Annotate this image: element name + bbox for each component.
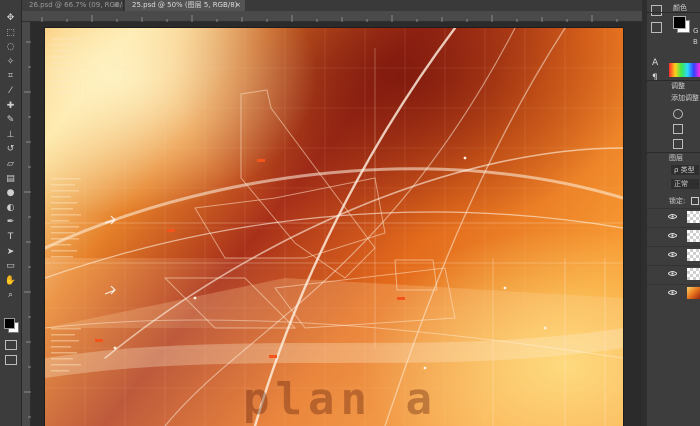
brush-tool-icon[interactable]: ✎ <box>3 114 18 127</box>
screen-mode-icon[interactable] <box>5 355 17 365</box>
channel-label-g: G <box>693 27 699 35</box>
document-canvas[interactable]: plan a <box>45 28 623 426</box>
visibility-eye-icon[interactable] <box>668 251 677 258</box>
horizontal-ruler[interactable] <box>22 11 642 22</box>
lock-label: 锁定: <box>669 197 686 205</box>
add-adjustment-label: 添加调整 <box>671 94 699 102</box>
layer-row[interactable] <box>647 265 700 282</box>
layer-filter-kind[interactable]: ρ 类型 <box>671 165 699 175</box>
layer-thumbnail <box>687 287 700 299</box>
eraser-tool-icon[interactable]: ▱ <box>3 158 18 171</box>
layer-thumbnail <box>687 230 700 242</box>
layer-row[interactable] <box>647 227 700 244</box>
move-tool-icon[interactable]: ✥ <box>3 12 18 25</box>
curves-adjust-icon[interactable] <box>673 139 683 149</box>
close-icon[interactable]: × <box>113 0 119 11</box>
blur-tool-icon[interactable]: ● <box>3 187 18 200</box>
paragraph-icon[interactable]: ¶ <box>652 73 658 83</box>
type-tool-icon[interactable]: T <box>3 231 18 244</box>
tab-26-psd[interactable]: 26.psd @ 66.7% (09, RGB/8) × <box>22 0 124 11</box>
dodge-tool-icon[interactable]: ◐ <box>3 202 18 215</box>
canvas-area[interactable]: plan a <box>31 22 642 426</box>
levels-adjust-icon[interactable] <box>673 124 683 134</box>
right-panels: A ¶ 颜色 G B 调整 添加调整 图层 ρ 类型 正常 锁定: <box>647 0 700 426</box>
layer-thumbnail <box>687 268 700 280</box>
hand-tool-icon[interactable]: ✋ <box>3 275 18 288</box>
tab-25-psd[interactable]: 25.psd @ 50% (图层 5, RGB/8) × <box>125 0 245 11</box>
pen-tool-icon[interactable]: ✒ <box>3 216 18 229</box>
layers-panel-tab[interactable]: 图层 <box>669 153 683 163</box>
history-brush-tool-icon[interactable]: ↺ <box>3 143 18 156</box>
history-icon[interactable] <box>651 5 662 16</box>
foreground-color-swatch[interactable] <box>4 318 15 329</box>
magic-wand-tool-icon[interactable]: ✧ <box>3 56 18 69</box>
marquee-tool-icon[interactable]: ⬚ <box>3 27 18 40</box>
visibility-eye-icon[interactable] <box>668 289 677 296</box>
quick-mask-icon[interactable] <box>5 340 17 350</box>
crop-tool-icon[interactable]: ⌗ <box>3 70 18 83</box>
channel-label-b: B <box>693 38 698 46</box>
color-spectrum[interactable] <box>669 63 700 77</box>
character-icon[interactable]: A <box>652 58 658 68</box>
visibility-eye-icon[interactable] <box>668 213 677 220</box>
tab-label: 25.psd @ 50% (图层 5, RGB/8) <box>132 1 238 9</box>
healing-brush-tool-icon[interactable]: ✚ <box>3 100 18 113</box>
tab-label: 26.psd @ 66.7% (09, RGB/8) <box>29 1 124 9</box>
tools-panel: ✥ ⬚ ◌ ✧ ⌗ ⁄ ✚ ✎ ⊥ ↺ ▱ ▤ ● ◐ ✒ T ➤ ▭ ✋ ⌕ <box>0 0 22 426</box>
vertical-ruler[interactable] <box>22 22 31 426</box>
close-icon[interactable]: × <box>235 0 241 11</box>
eyedropper-tool-icon[interactable]: ⁄ <box>3 85 18 98</box>
layer-row[interactable] <box>647 284 700 301</box>
blend-mode-select[interactable]: 正常 <box>671 179 699 189</box>
visibility-eye-icon[interactable] <box>668 270 677 277</box>
zoom-tool-icon[interactable]: ⌕ <box>3 289 18 302</box>
layer-thumbnail <box>687 249 700 261</box>
layer-thumbnail <box>687 211 700 223</box>
lasso-tool-icon[interactable]: ◌ <box>3 41 18 54</box>
color-foreground-swatch[interactable] <box>673 16 686 29</box>
adjustments-panel-tab[interactable]: 调整 <box>671 81 685 91</box>
gradient-tool-icon[interactable]: ▤ <box>3 173 18 186</box>
artwork: plan a <box>45 28 623 426</box>
layer-row[interactable] <box>647 246 700 263</box>
lock-transparent-icon[interactable] <box>691 197 699 205</box>
properties-icon[interactable] <box>651 22 662 33</box>
path-selection-tool-icon[interactable]: ➤ <box>3 246 18 259</box>
rectangle-tool-icon[interactable]: ▭ <box>3 260 18 273</box>
document-tabs: 26.psd @ 66.7% (09, RGB/8) × 25.psd @ 50… <box>22 0 642 11</box>
brightness-adjust-icon[interactable] <box>673 109 683 119</box>
layer-row[interactable] <box>647 208 700 225</box>
visibility-eye-icon[interactable] <box>668 232 677 239</box>
artwork-title: plan a <box>243 374 438 425</box>
clone-stamp-tool-icon[interactable]: ⊥ <box>3 129 18 142</box>
